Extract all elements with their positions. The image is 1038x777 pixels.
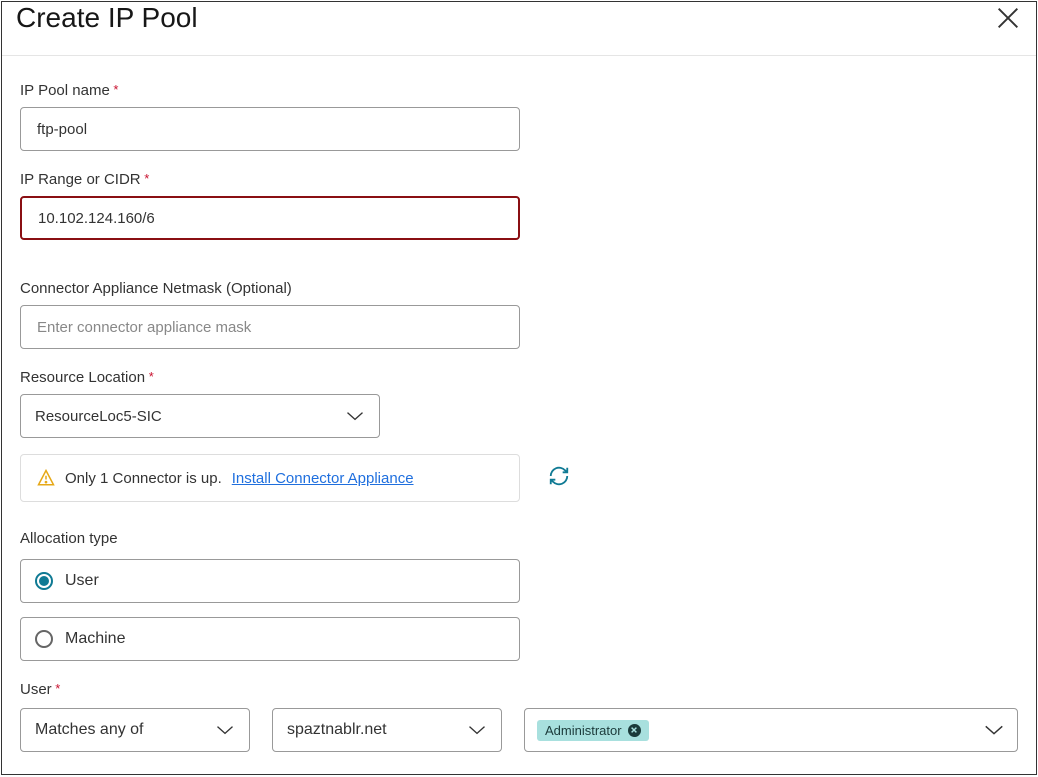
create-ip-pool-dialog: Create IP Pool IP Pool name IP Range or …: [1, 1, 1037, 775]
radio-icon: [35, 630, 53, 648]
chevron-down-icon: [345, 409, 365, 423]
allocation-machine-label: Machine: [65, 630, 125, 648]
field-user: User Matches any of spaztnablr.net Admin…: [20, 681, 1018, 752]
connector-status-row: Only 1 Connector is up. Install Connecto…: [20, 454, 1018, 502]
user-tag-label: Administrator: [545, 723, 622, 738]
dialog-body: IP Pool name IP Range or CIDR Connector …: [2, 56, 1036, 770]
field-allocation-type: Allocation type User Machine: [20, 530, 1018, 661]
ip-range-input[interactable]: [20, 196, 520, 240]
netmask-input[interactable]: [20, 305, 520, 349]
connector-alert-text: Only 1 Connector is up.: [65, 470, 222, 487]
close-button[interactable]: [994, 4, 1022, 37]
ip-range-label: IP Range or CIDR: [20, 171, 1018, 188]
user-match-mode-select[interactable]: Matches any of: [20, 708, 250, 752]
dialog-header: Create IP Pool: [2, 2, 1036, 56]
allocation-type-label: Allocation type: [20, 530, 1018, 547]
chevron-down-icon: [983, 723, 1005, 737]
allocation-user-label: User: [65, 572, 99, 590]
connector-alert: Only 1 Connector is up. Install Connecto…: [20, 454, 520, 502]
pool-name-label: IP Pool name: [20, 82, 1018, 99]
warning-icon: [37, 469, 55, 487]
resource-location-select[interactable]: ResourceLoc5-SIC: [20, 394, 380, 438]
allocation-option-user[interactable]: User: [20, 559, 520, 603]
resource-location-label: Resource Location: [20, 369, 1018, 386]
netmask-label: Connector Appliance Netmask (Optional): [20, 280, 1018, 297]
user-match-mode-value: Matches any of: [35, 721, 144, 739]
close-icon: [630, 726, 638, 734]
user-tag: Administrator: [537, 720, 649, 741]
close-icon: [994, 4, 1022, 32]
user-selector-row: Matches any of spaztnablr.net Administra…: [20, 708, 1018, 752]
user-value-select[interactable]: Administrator: [524, 708, 1018, 752]
allocation-option-machine[interactable]: Machine: [20, 617, 520, 661]
field-ip-range: IP Range or CIDR: [20, 171, 1018, 240]
pool-name-input[interactable]: [20, 107, 520, 151]
dialog-title: Create IP Pool: [16, 2, 198, 34]
field-pool-name: IP Pool name: [20, 82, 1018, 151]
chevron-down-icon: [215, 723, 235, 737]
install-connector-link[interactable]: Install Connector Appliance: [232, 470, 414, 487]
field-resource-location: Resource Location ResourceLoc5-SIC: [20, 369, 1018, 438]
user-domain-select[interactable]: spaztnablr.net: [272, 708, 502, 752]
refresh-button[interactable]: [548, 465, 570, 492]
resource-location-value: ResourceLoc5-SIC: [35, 408, 162, 425]
field-netmask: Connector Appliance Netmask (Optional): [20, 280, 1018, 349]
user-tag-remove[interactable]: [628, 724, 641, 737]
user-label: User: [20, 681, 1018, 698]
radio-icon: [35, 572, 53, 590]
user-domain-value: spaztnablr.net: [287, 721, 387, 739]
refresh-icon: [548, 465, 570, 487]
chevron-down-icon: [467, 723, 487, 737]
